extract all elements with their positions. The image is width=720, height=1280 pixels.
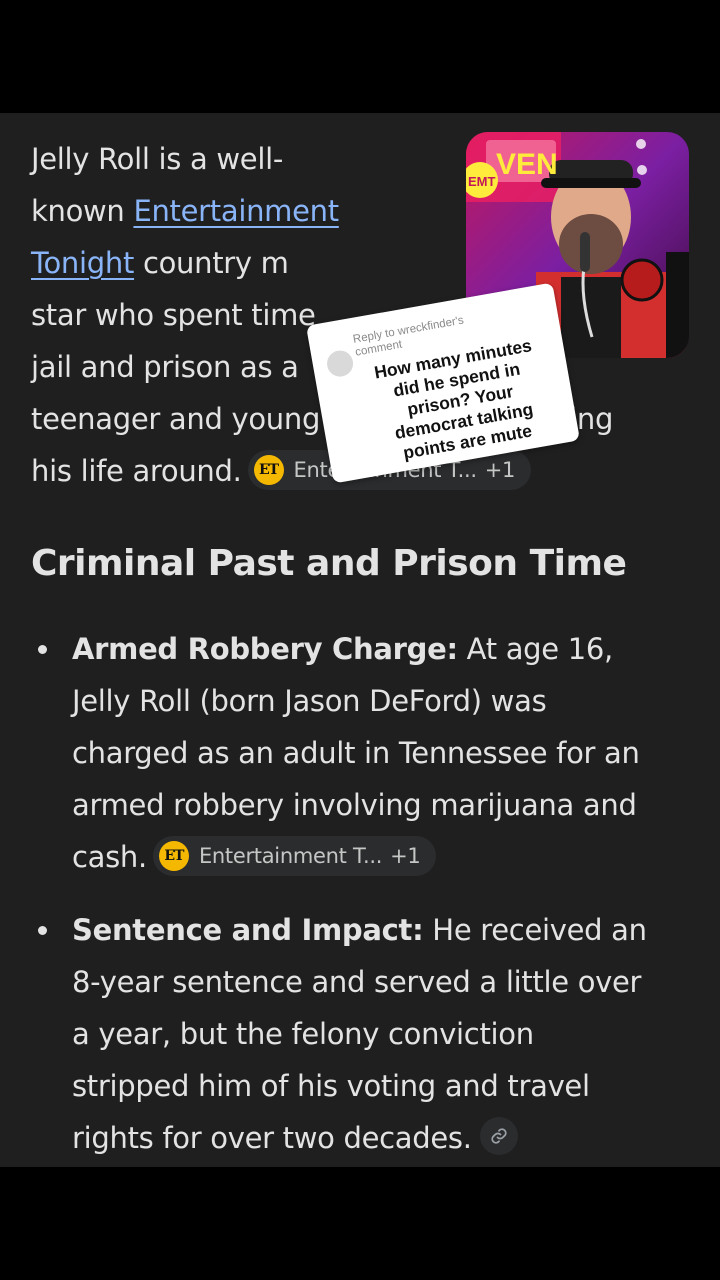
intro-line-1: Jelly Roll is a well- bbox=[31, 142, 284, 176]
bullet-1-line-3: charged as an adult in Tennessee for an bbox=[72, 736, 640, 770]
intro-line-3: Tonight country m bbox=[31, 237, 289, 289]
bullet-2-title: Sentence and Impact: bbox=[72, 913, 424, 947]
intro-line-2-text: known bbox=[31, 194, 134, 228]
badge-text: VEN bbox=[496, 148, 558, 181]
bullet-1-line-5-text: cash. bbox=[72, 840, 147, 874]
bullet-1-line-5: cash. ET Entertainment T... +1 bbox=[72, 831, 437, 883]
commenter-avatar bbox=[325, 348, 356, 379]
intro-line-2: known Entertainment bbox=[31, 185, 339, 237]
source-chip-label: Entertainment T... bbox=[198, 844, 383, 868]
bullet-2-line-1: Sentence and Impact: He received an bbox=[72, 904, 647, 956]
entertainment-tonight-link[interactable]: Entertainment bbox=[133, 194, 339, 228]
bullet-1-line-4: armed robbery involving marijuana and bbox=[72, 788, 637, 822]
tonight-link[interactable]: Tonight bbox=[31, 246, 134, 280]
bullet-2-line-5: rights for over two decades. bbox=[72, 1112, 518, 1164]
bullet-2-line-5-text: rights for over two decades. bbox=[72, 1121, 472, 1155]
source-chip[interactable]: ET Entertainment T... +1 bbox=[152, 836, 437, 876]
badge2-text: EMT bbox=[468, 174, 496, 189]
bullet-2-line-2: 8-year sentence and served a little over bbox=[72, 965, 642, 999]
bullet-dot bbox=[38, 645, 47, 654]
et-logo-icon: ET bbox=[253, 455, 284, 485]
intro-line-7-text: his life around. bbox=[31, 454, 242, 488]
link-icon[interactable] bbox=[479, 1117, 518, 1155]
bullet-2-line-1-text: He received an bbox=[423, 913, 647, 947]
intro-line-5: jail and prison as a bbox=[31, 350, 299, 384]
source-chip-count: +1 bbox=[390, 844, 421, 868]
bullet-1-title: Armed Robbery Charge: bbox=[72, 632, 458, 666]
reply-comment-sticker[interactable]: Reply to wreckfinder's comment How many … bbox=[306, 282, 580, 484]
bullet-2-line-3: a year, but the felony conviction bbox=[72, 1017, 534, 1051]
bullet-1-line-1-text: At age 16, bbox=[457, 632, 614, 666]
bullet-1-line-1: Armed Robbery Charge: At age 16, bbox=[72, 623, 613, 675]
intro-line-3-text: country m bbox=[134, 246, 289, 280]
section-heading: Criminal Past and Prison Time bbox=[31, 543, 627, 584]
bullet-2-line-4: stripped him of his voting and travel bbox=[72, 1069, 590, 1103]
ai-overview-panel: VEN EMT Jelly Roll is a well- known Ente… bbox=[0, 113, 720, 1167]
et-logo-icon: ET bbox=[158, 841, 189, 871]
bullet-dot bbox=[38, 926, 47, 935]
bullet-1-line-2: Jelly Roll (born Jason DeFord) was bbox=[72, 684, 547, 718]
intro-line-4: star who spent time bbox=[31, 298, 316, 332]
